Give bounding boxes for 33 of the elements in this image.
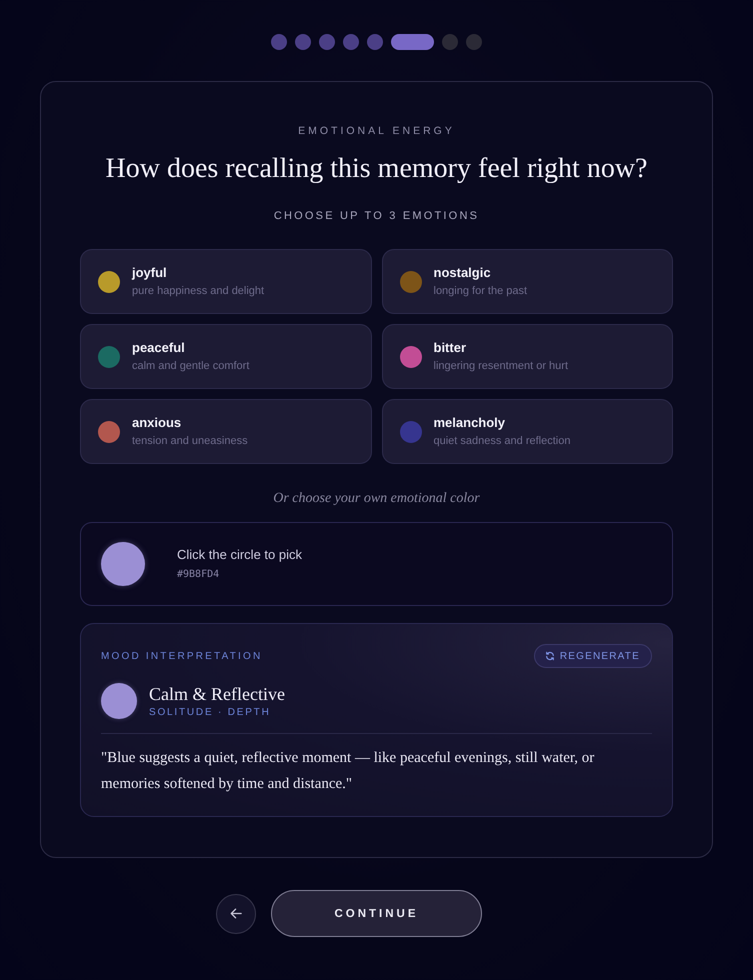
emotion-description: quiet sadness and reflection <box>434 434 570 448</box>
continue-button[interactable]: CONTINUE <box>271 890 482 937</box>
emotion-name: anxious <box>132 415 182 431</box>
mood-name: Calm & Reflective <box>149 683 285 705</box>
hex-value: #9B8FD4 <box>177 568 220 581</box>
emotion-name: peaceful <box>132 340 186 356</box>
emotion-option[interactable]: anxious tension and uneasiness <box>80 399 372 464</box>
emotion-option[interactable]: bitter lingering resentment or hurt <box>382 324 673 389</box>
emotion-description: pure happiness and delight <box>132 284 264 298</box>
instruction-text: CHOOSE UP TO 3 EMOTIONS <box>274 209 480 223</box>
question-title: How does recalling this memory feel right now? <box>106 152 648 186</box>
regenerate-button[interactable]: REGENERATE <box>534 644 652 668</box>
emotion-name: joyful <box>132 265 168 281</box>
emotion-description: calm and gentle comfort <box>132 359 250 373</box>
emotion-description: tension and uneasiness <box>132 434 248 448</box>
mood-quote: "Blue suggests a quiet, reflective moment — like peaceful evenings, still water, or memories softened by time and distance." <box>101 749 596 794</box>
emotion-name: bitter <box>434 340 467 356</box>
emotion-description: lingering resentment or hurt <box>434 359 568 373</box>
emotion-option[interactable]: melancholy quiet sadness and reflection <box>382 399 673 464</box>
mood-tags: SOLITUDE · DEPTH <box>149 706 285 719</box>
section-label: MOOD INTERPRETATION <box>101 650 262 662</box>
emotion-description: longing for the past <box>434 284 528 298</box>
custom-color-label: Or choose your own emotional color <box>273 490 480 508</box>
step-label: EMOTIONAL ENERGY <box>298 124 455 138</box>
emotion-option[interactable]: peaceful calm and gentle comfort <box>80 324 372 389</box>
color-swatch[interactable] <box>101 542 145 586</box>
emotion-name: nostalgic <box>434 265 492 281</box>
emotion-option[interactable]: nostalgic longing for the past <box>382 249 673 314</box>
refresh-icon <box>544 651 555 661</box>
back-arrow-icon <box>230 908 242 919</box>
picker-prompt: Click the circle to pick <box>177 547 302 563</box>
emotion-option[interactable]: joyful pure happiness and delight <box>80 249 372 314</box>
emotion-name: melancholy <box>434 415 506 431</box>
